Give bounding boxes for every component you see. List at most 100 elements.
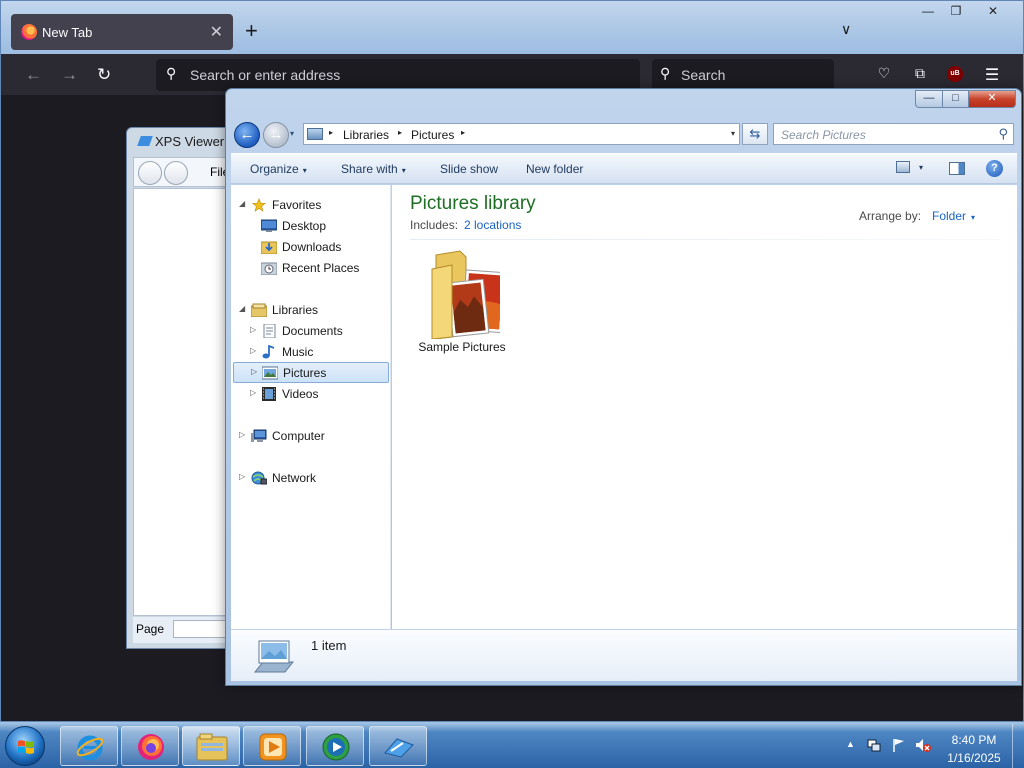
firefox-minimize-button[interactable]: —	[914, 3, 942, 21]
nav-item-documents[interactable]: ▷ Documents	[235, 321, 385, 341]
new-folder-button[interactable]: New folder	[526, 162, 583, 176]
computer-icon	[251, 429, 267, 442]
organize-button[interactable]: Organize ▾	[250, 162, 307, 176]
ublock-origin-icon[interactable]: uB	[947, 66, 963, 82]
tab-new-tab[interactable]: New Tab ✕	[11, 14, 233, 50]
xps-back-button[interactable]	[138, 161, 162, 185]
organize-label: Organize	[250, 162, 299, 176]
collapsed-arrow-icon[interactable]: ▷	[251, 367, 257, 376]
music-note-icon	[262, 345, 275, 359]
command-bar: Organize ▾ Share with ▾ Slide show New fol…	[231, 153, 1017, 184]
taskbar-internet-explorer-button[interactable]	[60, 726, 118, 766]
breadcrumb[interactable]: ▸ Libraries ▸ Pictures ▸ ▾	[303, 123, 740, 145]
hamburger-menu-icon[interactable]: ☰	[983, 65, 1001, 84]
explorer-close-button[interactable]: ✕	[968, 90, 1016, 108]
includes-label: Includes:	[410, 218, 459, 232]
network-tray-icon[interactable]	[891, 737, 907, 753]
extensions-icon[interactable]: ⧉	[911, 65, 929, 83]
expanded-arrow-icon[interactable]: ◢	[239, 304, 245, 313]
search-icon[interactable]: ⚲	[998, 126, 1008, 142]
folder-with-pictures-icon	[431, 250, 500, 339]
taskbar-windows-explorer-button[interactable]	[182, 726, 240, 766]
help-icon[interactable]: ?	[986, 160, 1003, 177]
show-desktop-button[interactable]	[1012, 724, 1023, 768]
taskbar-firefox-button[interactable]	[121, 726, 179, 766]
taskbar-media-center-button[interactable]	[306, 726, 364, 766]
taskbar-media-player-button[interactable]	[243, 726, 301, 766]
nav-item-libraries[interactable]: ◢ Libraries	[235, 300, 385, 320]
preview-pane-icon[interactable]	[949, 162, 965, 175]
nav-label: Music	[282, 345, 314, 359]
expanded-arrow-icon[interactable]: ◢	[239, 199, 245, 208]
address-dropdown-icon[interactable]: ▾	[731, 129, 735, 138]
nav-item-favorites[interactable]: ◢ Favorites	[235, 195, 385, 215]
network-icon	[251, 471, 267, 485]
collapsed-arrow-icon[interactable]: ▷	[239, 430, 245, 439]
view-options-chevron-icon[interactable]: ▾	[919, 163, 923, 172]
search-bar[interactable]: ⚲ Search	[652, 59, 834, 91]
media-player-icon	[259, 733, 287, 761]
breadcrumb-pictures[interactable]: Pictures	[411, 128, 454, 142]
xps-forward-button[interactable]	[164, 161, 188, 185]
libraries-icon	[251, 303, 267, 317]
reload-icon[interactable]: ↻	[97, 65, 111, 85]
nav-item-pictures[interactable]: ▷ Pictures	[233, 362, 389, 383]
search-input[interactable]: Search Pictures ⚲	[773, 123, 1014, 145]
taskbar-xps-viewer-button[interactable]	[369, 726, 427, 766]
recent-pages-chevron-icon[interactable]: ▾	[290, 129, 294, 138]
list-all-tabs-icon[interactable]: ∨	[841, 21, 851, 38]
back-arrow-icon[interactable]: ←	[25, 65, 42, 85]
locations-link[interactable]: 2 locations	[464, 218, 521, 232]
folder-icon	[196, 733, 228, 761]
change-view-icon[interactable]	[896, 161, 910, 173]
collapsed-arrow-icon[interactable]: ▷	[239, 472, 245, 481]
nav-item-desktop[interactable]: Desktop	[235, 216, 385, 236]
refresh-button[interactable]: ⇆	[742, 123, 768, 145]
chevron-down-icon: ▾	[302, 166, 307, 175]
breadcrumb-libraries[interactable]: Libraries	[343, 128, 389, 142]
firefox-restore-button[interactable]: ❐	[942, 3, 970, 21]
forward-arrow-icon[interactable]: →	[61, 65, 78, 85]
breadcrumb-separator-icon[interactable]: ▸	[329, 128, 333, 137]
clock-date[interactable]: 1/16/2025	[944, 751, 1004, 765]
collapsed-arrow-icon[interactable]: ▷	[250, 346, 256, 355]
pictures-folder-icon	[307, 128, 323, 140]
address-bar[interactable]: ⚲ Search or enter address	[156, 59, 640, 91]
explorer-maximize-button[interactable]: □	[942, 90, 969, 108]
page-title: Pictures library	[410, 193, 536, 214]
breadcrumb-separator-icon[interactable]: ▸	[398, 128, 402, 137]
xps-viewer-titlebar: XPS Viewer	[137, 134, 224, 149]
nav-item-videos[interactable]: ▷ Videos	[235, 384, 385, 404]
start-button[interactable]	[5, 726, 45, 766]
breadcrumb-separator-icon[interactable]: ▸	[461, 128, 465, 137]
explorer-minimize-button[interactable]: —	[915, 90, 943, 108]
divider	[410, 239, 1000, 240]
clock-time[interactable]: 8:40 PM	[944, 733, 1004, 747]
list-item[interactable]: Sample Pictures	[412, 247, 512, 359]
address-placeholder: Search or enter address	[190, 67, 341, 83]
show-hidden-icons-button[interactable]: ▲	[846, 739, 855, 749]
action-center-icon[interactable]	[866, 737, 882, 753]
tab-label: New Tab	[42, 25, 93, 40]
new-tab-button[interactable]: +	[245, 19, 258, 43]
explorer-back-button[interactable]: ←	[234, 122, 260, 148]
firefox-favicon-icon	[21, 24, 37, 40]
explorer-forward-button[interactable]: →	[263, 122, 289, 148]
chevron-down-icon: ▾	[971, 213, 976, 222]
nav-item-downloads[interactable]: Downloads	[235, 237, 385, 257]
firefox-close-button[interactable]: ✕	[970, 3, 1016, 21]
collapsed-arrow-icon[interactable]: ▷	[250, 325, 256, 334]
nav-item-recent-places[interactable]: Recent Places	[235, 258, 385, 278]
slide-show-button[interactable]: Slide show	[440, 162, 498, 176]
nav-item-network[interactable]: ▷ Network	[235, 468, 385, 488]
search-icon: ⚲	[660, 65, 671, 81]
nav-item-music[interactable]: ▷ Music	[235, 342, 385, 362]
nav-item-computer[interactable]: ▷ Computer	[235, 426, 385, 446]
tab-close-icon[interactable]: ✕	[210, 22, 223, 42]
pocket-icon[interactable]: ♡	[875, 65, 893, 83]
volume-muted-icon[interactable]	[915, 737, 931, 753]
arrange-by-dropdown[interactable]: Folder ▾	[932, 209, 975, 223]
content-pane: Pictures library Includes: 2 locations A…	[392, 185, 1017, 630]
share-with-button[interactable]: Share with ▾	[341, 162, 406, 176]
collapsed-arrow-icon[interactable]: ▷	[250, 388, 256, 397]
